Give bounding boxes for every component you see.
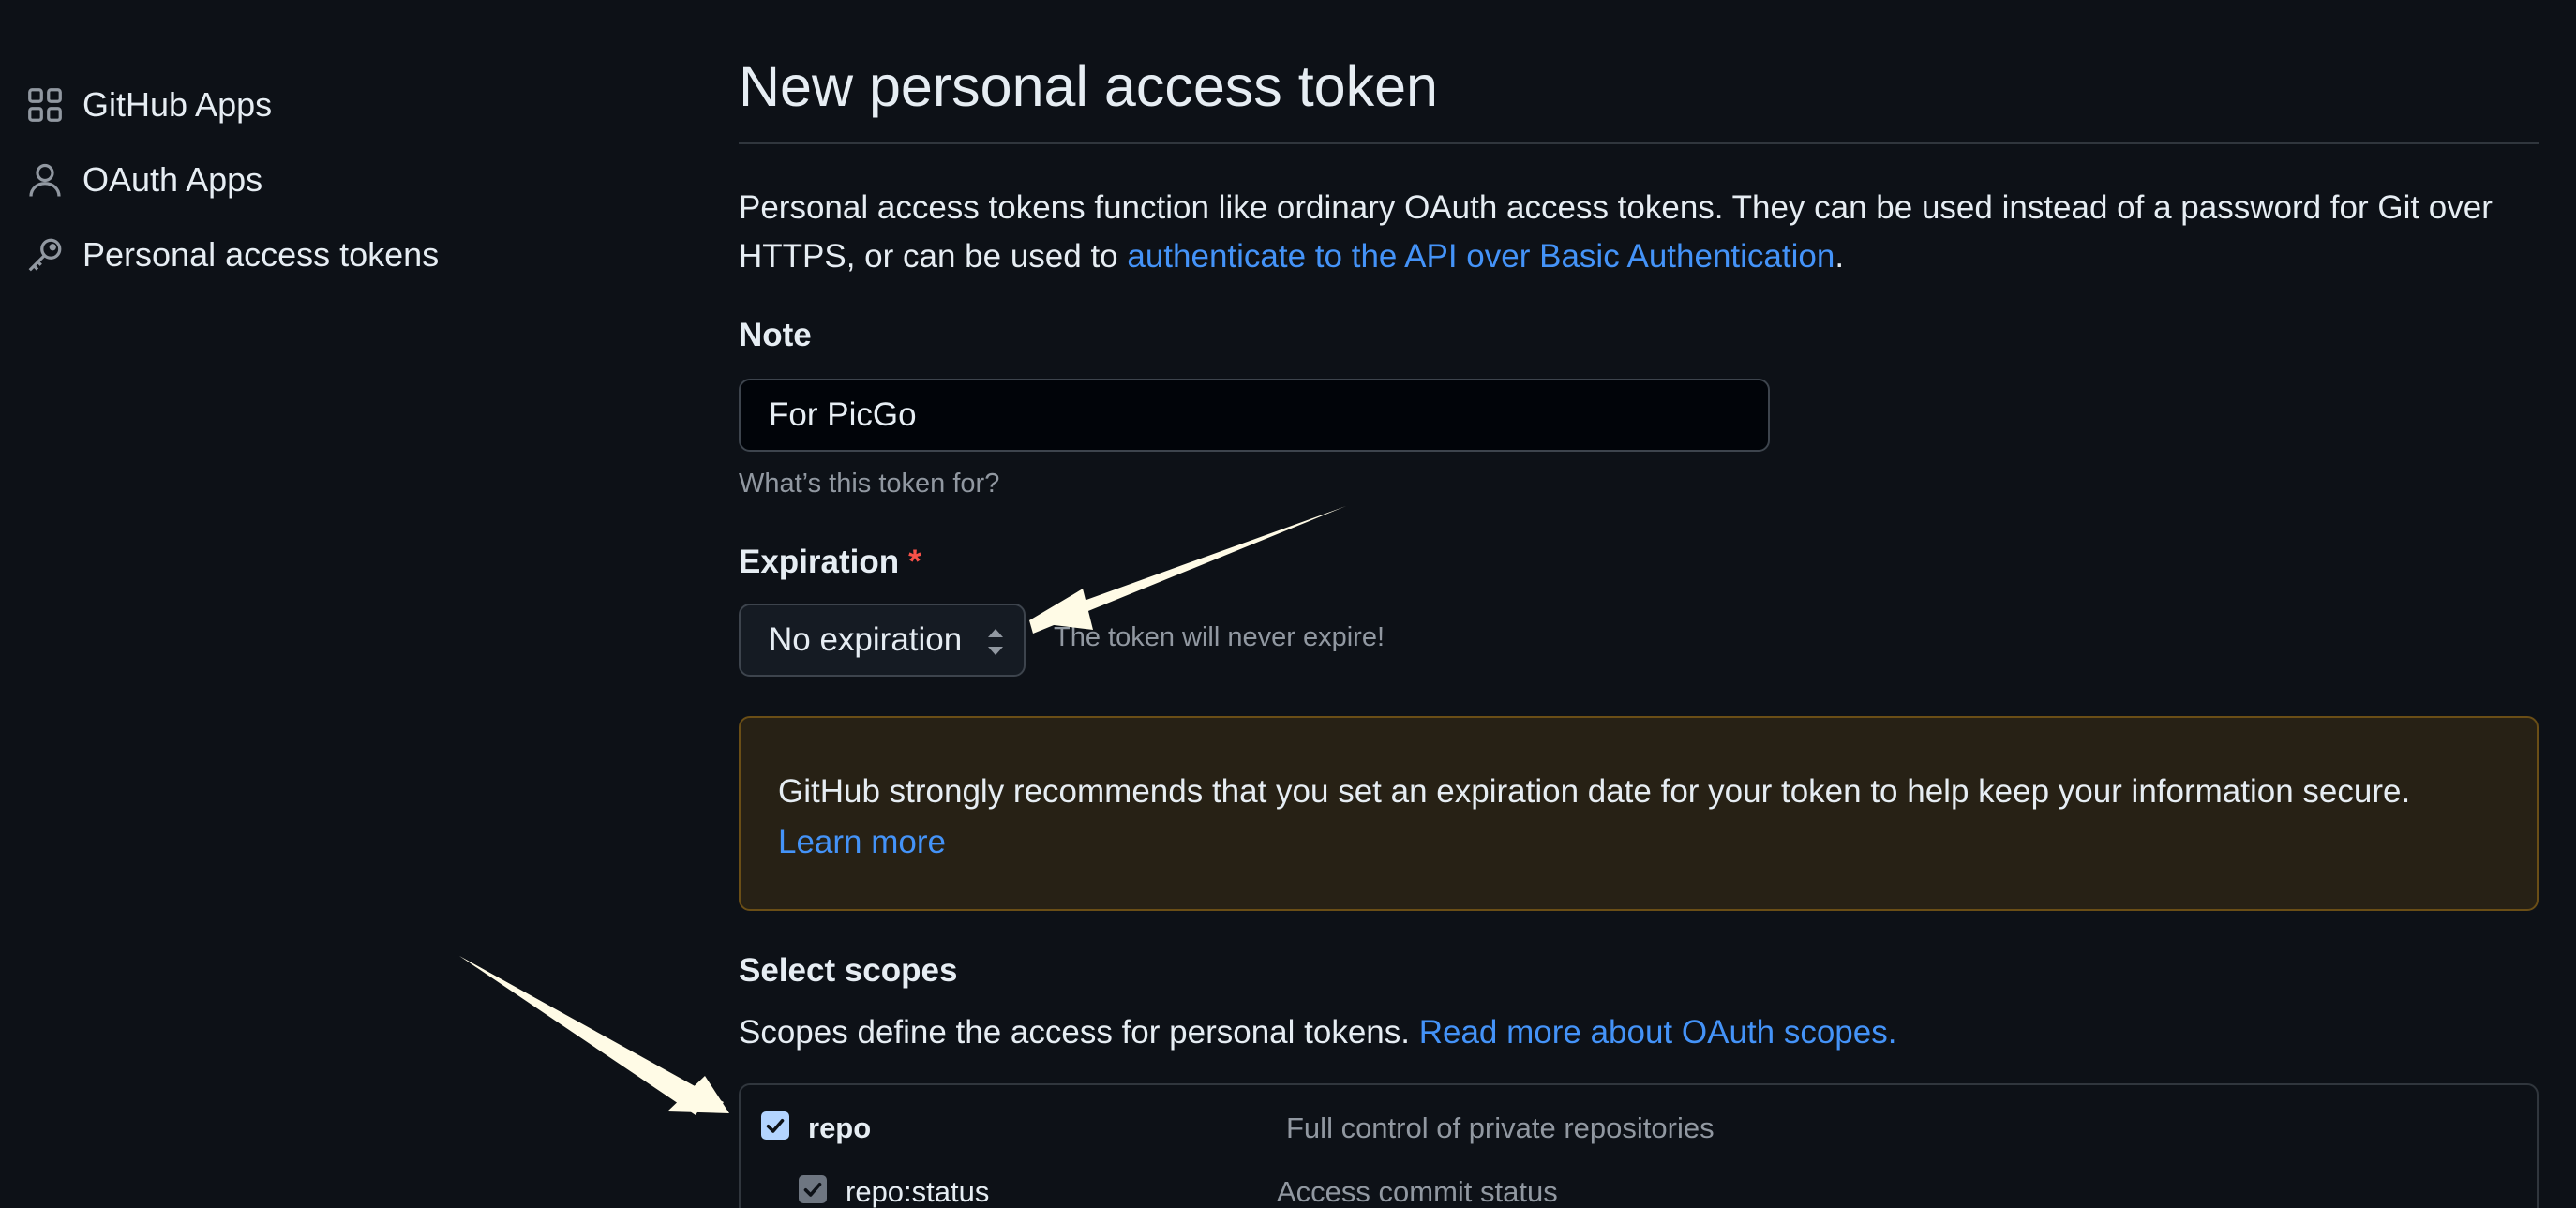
- scopes-description: Scopes define the access for personal to…: [739, 1014, 1896, 1051]
- sidebar-item-personal-access-tokens[interactable]: Personal access tokens: [26, 217, 551, 292]
- repo-status-checkbox[interactable]: [799, 1175, 827, 1203]
- sidebar-item-label: OAuth Apps: [82, 160, 263, 199]
- key-icon: [28, 238, 62, 272]
- check-icon: [766, 1118, 785, 1133]
- sidebar-item-label: Personal access tokens: [82, 235, 440, 274]
- select-scopes-heading: Select scopes: [739, 952, 958, 989]
- expiration-selected-value: No expiration: [769, 621, 963, 658]
- scopes-desc-text: Scopes define the access for personal to…: [739, 1014, 1419, 1051]
- sidebar-item-github-apps[interactable]: GitHub Apps: [26, 67, 551, 142]
- scope-name-repo: repo: [808, 1111, 872, 1144]
- page-title: New personal access token: [739, 54, 1438, 118]
- apps-grid-icon: [28, 88, 62, 122]
- basic-auth-link[interactable]: authenticate to the API over Basic Authe…: [1127, 238, 1835, 275]
- learn-more-link[interactable]: Learn more: [778, 824, 946, 860]
- scope-desc-repo-status: Access commit status: [1277, 1175, 1558, 1208]
- person-icon: [29, 163, 61, 197]
- sidebar-item-label: GitHub Apps: [82, 85, 273, 124]
- select-arrows-icon: [988, 629, 1003, 655]
- expiration-warning-banner: GitHub strongly recommends that you set …: [739, 716, 2539, 911]
- expiration-label: Expiration *: [739, 544, 921, 581]
- note-label: Note: [739, 317, 812, 353]
- check-icon: [803, 1182, 822, 1197]
- expiration-hint: The token will never expire!: [1054, 622, 1385, 652]
- required-mark: *: [908, 544, 921, 580]
- scopes-list: repo Full control of private repositorie…: [739, 1083, 2539, 1208]
- intro-paragraph: Personal access tokens function like ord…: [739, 184, 2539, 281]
- arrow-to-expiration-icon: [1029, 506, 1346, 634]
- expiration-label-text: Expiration: [739, 544, 900, 580]
- sidebar: GitHub Apps OAuth Apps Personal access t…: [26, 67, 551, 292]
- expiration-select[interactable]: No expiration: [739, 604, 1026, 677]
- note-hint: What’s this token for?: [739, 469, 1000, 499]
- warning-text: GitHub strongly recommends that you set …: [778, 773, 2411, 810]
- page: GitHub Apps OAuth Apps Personal access t…: [0, 0, 2576, 1208]
- oauth-scopes-link[interactable]: Read more about OAuth scopes.: [1419, 1014, 1897, 1051]
- scope-name-repo-status: repo:status: [846, 1175, 990, 1208]
- repo-checkbox[interactable]: [761, 1111, 789, 1140]
- divider: [739, 142, 2539, 144]
- note-input[interactable]: [739, 379, 1770, 452]
- intro-end: .: [1835, 238, 1845, 275]
- arrow-to-repo-scope-icon: [459, 956, 729, 1115]
- sidebar-item-oauth-apps[interactable]: OAuth Apps: [26, 142, 551, 217]
- scope-desc-repo: Full control of private repositories: [1286, 1111, 1715, 1144]
